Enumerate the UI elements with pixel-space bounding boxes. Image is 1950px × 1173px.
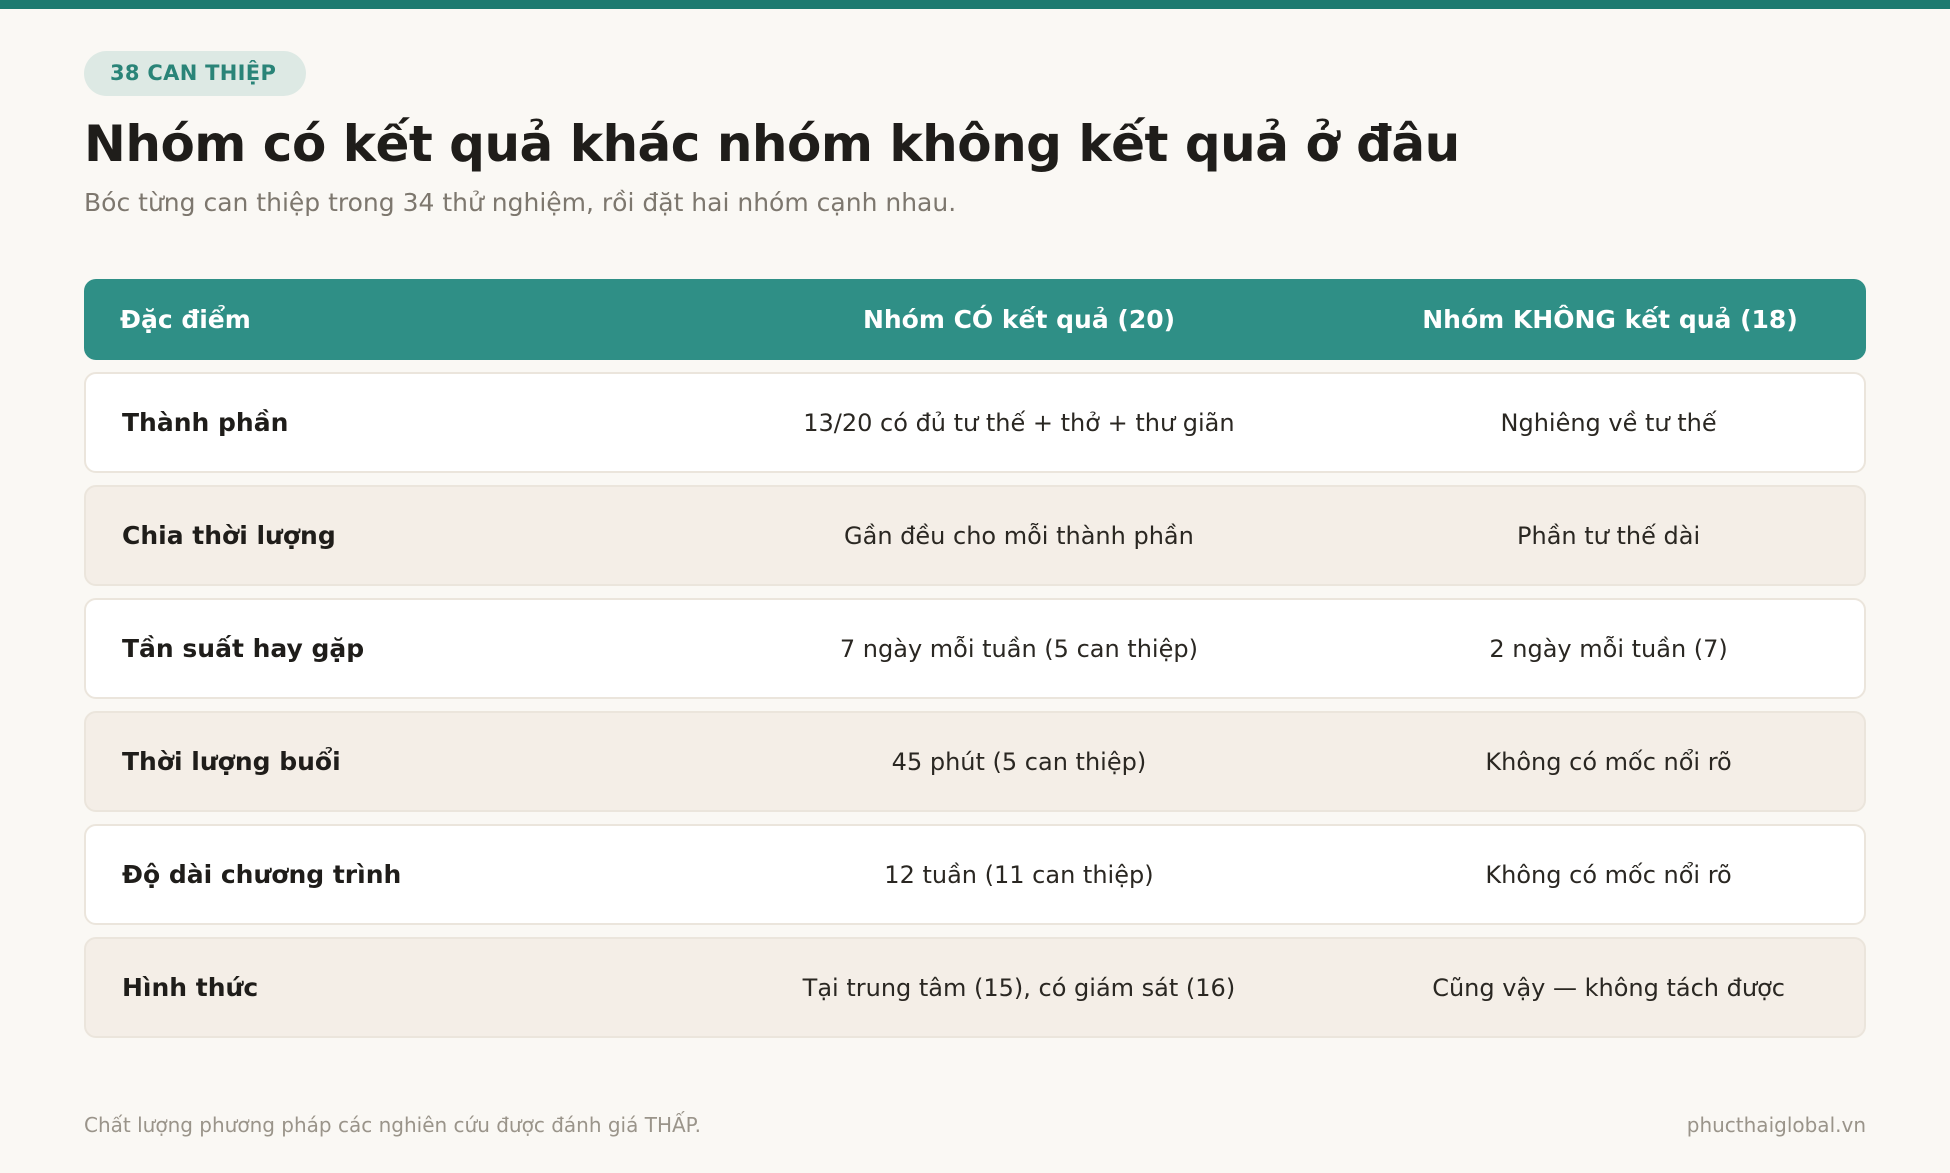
- top-accent-bar: [0, 0, 1950, 9]
- cell-with-result: Gần đều cho mỗi thành phần: [844, 521, 1194, 550]
- page-title: Nhóm có kết quả khác nhóm không kết quả …: [84, 115, 1460, 173]
- cell-with-result: 45 phút (5 can thiệp): [891, 747, 1147, 776]
- row-label: Tần suất hay gặp: [122, 634, 365, 663]
- footer-site-link[interactable]: phucthaiglobal.vn: [1687, 1113, 1866, 1137]
- table-row: Thời lượng buổi 45 phút (5 can thiệp) Kh…: [84, 711, 1866, 812]
- cell-without-result: Phần tư thế dài: [1517, 521, 1701, 550]
- cell-with-result: Tại trung tâm (15), có giám sát (16): [802, 973, 1236, 1002]
- cell-with-result: 12 tuần (11 can thiệp): [884, 860, 1154, 889]
- cell-without-result: Không có mốc nổi rõ: [1485, 747, 1732, 776]
- count-badge: 38 CAN THIỆP: [84, 51, 307, 96]
- row-label: Thời lượng buổi: [122, 747, 341, 776]
- comparison-table: Đặc điểm Nhóm CÓ kết quả (20) Nhóm KHÔNG…: [84, 279, 1866, 1038]
- cell-with-result: 13/20 có đủ tư thế + thở + thư giãn: [803, 408, 1235, 437]
- cell-without-result: Nghiêng về tư thế: [1500, 408, 1717, 437]
- table-row: Tần suất hay gặp 7 ngày mỗi tuần (5 can …: [84, 598, 1866, 699]
- header-group-without-result: Nhóm KHÔNG kết quả (18): [1422, 305, 1798, 334]
- cell-without-result: 2 ngày mỗi tuần (7): [1489, 634, 1728, 663]
- table-row: Chia thời lượng Gần đều cho mỗi thành ph…: [84, 485, 1866, 586]
- table-row: Hình thức Tại trung tâm (15), có giám sá…: [84, 937, 1866, 1038]
- cell-with-result: 7 ngày mỗi tuần (5 can thiệp): [839, 634, 1198, 663]
- table-row: Thành phần 13/20 có đủ tư thế + thở + th…: [84, 372, 1866, 473]
- header-group-with-result: Nhóm CÓ kết quả (20): [862, 305, 1176, 334]
- row-label: Hình thức: [122, 973, 259, 1002]
- footer-quality-note: Chất lượng phương pháp các nghiên cứu đư…: [84, 1113, 701, 1137]
- page-subtitle: Bóc từng can thiệp trong 34 thử nghiệm, …: [84, 188, 957, 217]
- header-characteristic: Đặc điểm: [120, 305, 251, 334]
- row-label: Thành phần: [122, 408, 289, 437]
- cell-without-result: Cũng vậy — không tách được: [1432, 973, 1785, 1002]
- cell-without-result: Không có mốc nổi rõ: [1485, 860, 1732, 889]
- table-row: Độ dài chương trình 12 tuần (11 can thiệ…: [84, 824, 1866, 925]
- row-label: Độ dài chương trình: [122, 860, 402, 889]
- table-header: Đặc điểm Nhóm CÓ kết quả (20) Nhóm KHÔNG…: [84, 279, 1866, 360]
- row-label: Chia thời lượng: [122, 521, 336, 550]
